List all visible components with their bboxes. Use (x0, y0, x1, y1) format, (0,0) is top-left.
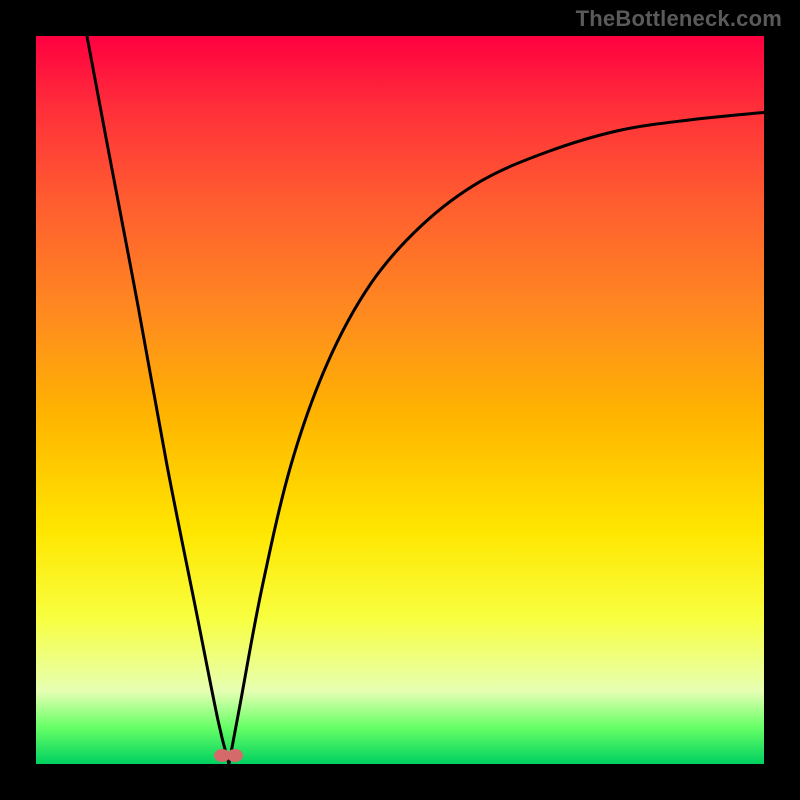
curve-right (229, 112, 764, 764)
plot-area (36, 36, 764, 764)
marker-dot (227, 749, 243, 762)
curve-svg (36, 36, 764, 764)
curve-left (87, 36, 229, 764)
chart-frame: TheBottleneck.com (0, 0, 800, 800)
watermark-text: TheBottleneck.com (576, 6, 782, 32)
